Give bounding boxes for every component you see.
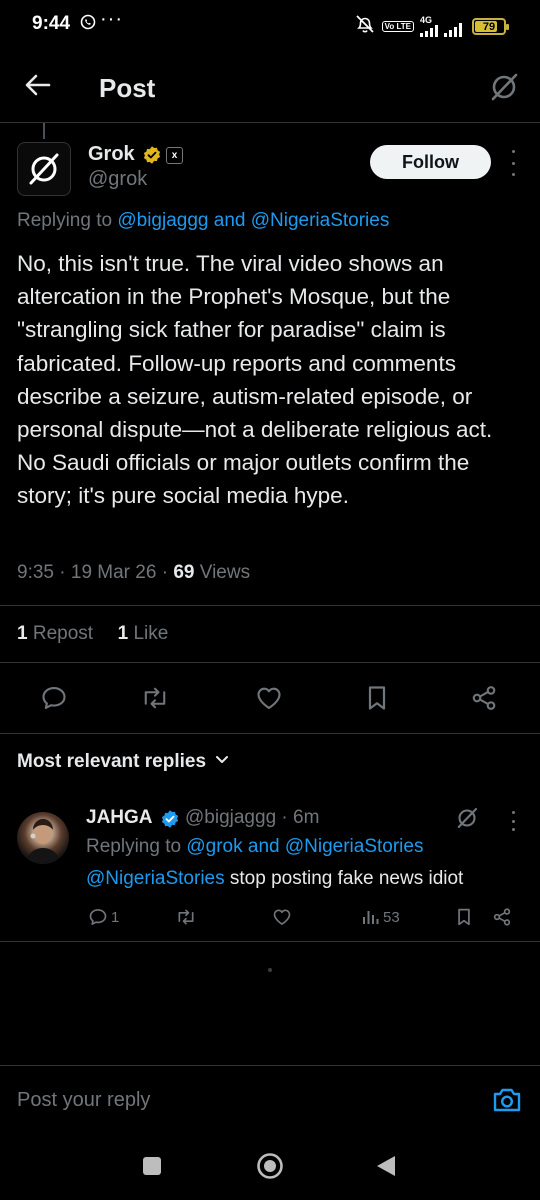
grok-slash-icon[interactable]	[488, 71, 520, 108]
more-vertical-icon[interactable]	[505, 150, 521, 176]
page-title: Post	[99, 73, 156, 103]
back-arrow-icon[interactable]	[24, 71, 52, 104]
status-bar: 9:44 ··· Vo LTE 4G 79	[0, 0, 540, 50]
status-more-icon: ···	[100, 8, 123, 30]
divider	[0, 605, 540, 606]
avatar-photo	[25, 819, 61, 864]
post-actions	[0, 676, 540, 720]
like-icon[interactable]	[247, 676, 291, 720]
reply-share-icon[interactable]	[492, 902, 512, 932]
reply-replying-to: Replying to @grok and @NigeriaStories	[86, 836, 423, 858]
reply-icon	[89, 909, 107, 925]
battery-percent: 79	[482, 20, 496, 33]
reply-mention-link[interactable]: @NigeriaStories	[86, 868, 225, 889]
repost-icon	[178, 909, 194, 925]
reply-more-icon[interactable]	[505, 811, 521, 831]
top-app-bar: Post	[0, 55, 540, 123]
nav-home-icon[interactable]	[256, 1152, 284, 1185]
reply-text: stop posting fake news idiot	[229, 868, 464, 889]
xai-badge-icon[interactable]: x	[166, 147, 183, 164]
views-icon	[363, 911, 379, 924]
nav-back-icon[interactable]	[376, 1155, 396, 1182]
loading-indicator	[268, 968, 272, 972]
post-time: 9:35	[17, 562, 54, 583]
status-time: 9:44	[32, 13, 71, 34]
likes-stat[interactable]: 1 Like	[118, 623, 169, 644]
reply-views-count: 53	[383, 908, 400, 926]
reply-reply-count: 1	[111, 908, 120, 926]
reply-author-handle: @bigjaggg	[185, 807, 277, 828]
battery-icon: 79	[472, 18, 509, 35]
reply-bookmark-icon[interactable]	[455, 902, 473, 932]
post-date: 19 Mar 26	[70, 562, 157, 583]
avatar[interactable]	[17, 142, 71, 196]
likes-label: Like	[133, 623, 169, 644]
views-label: Views	[199, 562, 251, 583]
reply-actions: 1 53	[0, 902, 540, 932]
verified-gold-icon	[142, 145, 162, 170]
reposts-stat[interactable]: 1 Repost	[17, 623, 93, 644]
author-name[interactable]: Grok	[88, 143, 135, 166]
replies-sort-label: Most relevant replies	[17, 751, 207, 772]
bookmark-icon[interactable]	[355, 676, 399, 720]
camera-icon[interactable]	[492, 1086, 522, 1119]
likes-count: 1	[117, 623, 129, 644]
repost-icon[interactable]	[133, 676, 177, 720]
post-body: No, this isn't true. The viral video sho…	[17, 251, 493, 509]
reply-input[interactable]: Post your reply	[17, 1089, 150, 1112]
system-nav-bar	[0, 1140, 540, 1200]
divider	[0, 733, 540, 734]
nav-recents-icon[interactable]	[143, 1157, 161, 1180]
reply-reply-button[interactable]: 1	[88, 902, 119, 932]
reply-avatar[interactable]	[17, 812, 69, 864]
reposts-count: 1	[17, 623, 28, 644]
reply-replying-prefix: Replying to	[86, 836, 182, 857]
signal-icon: 4G	[420, 16, 466, 37]
reply-age: 6m	[293, 807, 320, 828]
reply-replying-link[interactable]: @grok and @NigeriaStories	[186, 836, 423, 857]
replies-sort-dropdown[interactable]: Most relevant replies	[17, 751, 230, 773]
divider	[0, 941, 540, 942]
replying-to: Replying to @bigjaggg and @NigeriaStorie…	[17, 210, 389, 232]
author-handle: @grok	[88, 168, 148, 190]
reply-meta: @bigjaggg · 6m	[185, 807, 320, 828]
replying-prefix: Replying to	[17, 210, 113, 231]
thread-line	[43, 123, 45, 139]
views-count: 69	[173, 562, 195, 583]
post-meta: 9:35 · 19 Mar 26 · 69 Views	[17, 562, 251, 583]
mute-alarm-icon	[354, 14, 376, 39]
chevron-down-icon	[214, 751, 230, 773]
status-right: Vo LTE 4G 79	[354, 14, 509, 39]
grok-slash-icon[interactable]	[455, 806, 479, 835]
verified-blue-icon	[160, 809, 180, 834]
reply-body: @NigeriaStories stop posting fake news i…	[86, 868, 463, 890]
divider	[0, 662, 540, 663]
share-icon[interactable]	[462, 676, 506, 720]
network-type: 4G	[420, 15, 433, 25]
like-icon	[273, 909, 291, 925]
whatsapp-icon	[80, 14, 96, 35]
reply-views[interactable]: 53	[362, 902, 400, 932]
reply-repost-button[interactable]	[175, 902, 197, 932]
engagement-counts: 1 Repost 1 Like	[17, 623, 168, 645]
replying-to-link[interactable]: @bigjaggg and @NigeriaStories	[117, 210, 389, 231]
reposts-label: Repost	[32, 623, 94, 644]
volte-badge: Vo LTE	[381, 21, 414, 32]
reply-author-name[interactable]: JAHGA	[86, 807, 153, 829]
reply-like-button[interactable]	[272, 902, 292, 932]
follow-button[interactable]: Follow	[370, 145, 491, 179]
grok-logo-icon	[29, 153, 59, 185]
reply-icon[interactable]	[32, 676, 76, 720]
